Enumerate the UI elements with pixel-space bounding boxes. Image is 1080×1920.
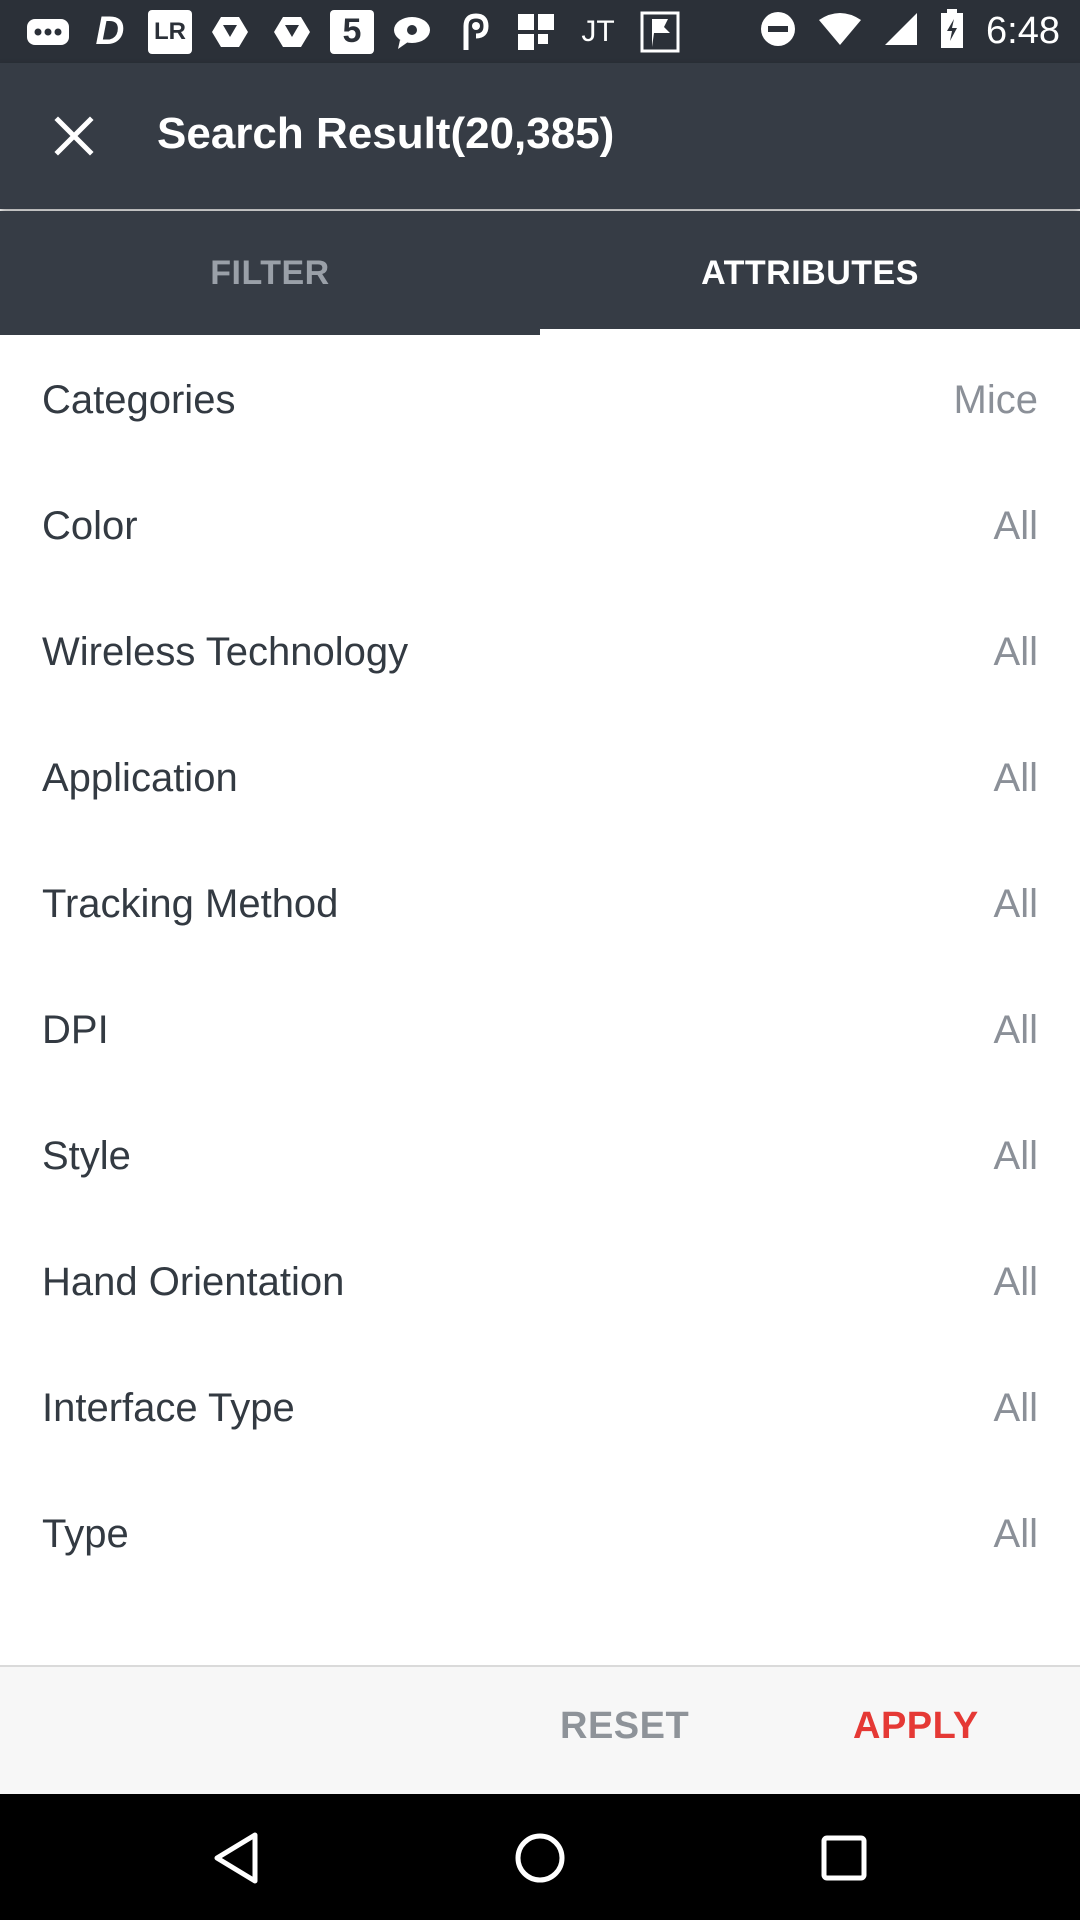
recents-icon [821, 1835, 867, 1881]
attribute-value: All [993, 1385, 1038, 1430]
attribute-row-style[interactable]: Style All [0, 1093, 1080, 1219]
tab-bar: FILTER ATTRIBUTES [0, 211, 1080, 335]
attribute-value: All [993, 1133, 1038, 1178]
attribute-value: All [993, 1511, 1038, 1556]
attribute-value: All [993, 755, 1038, 800]
close-button[interactable] [42, 104, 106, 168]
close-icon [54, 116, 94, 156]
attribute-value: All [993, 1259, 1038, 1304]
attribute-value: All [993, 1007, 1038, 1052]
back-icon [214, 1832, 258, 1884]
page-title: Search Result(20,385) [157, 109, 615, 158]
attribute-row-interface-type[interactable]: Interface Type All [0, 1345, 1080, 1471]
dnd-icon [760, 11, 796, 52]
home-icon [515, 1833, 565, 1883]
attribute-row-type[interactable]: Type All [0, 1471, 1080, 1597]
attribute-value: All [993, 629, 1038, 674]
notification-icons: D LR 5 JT [24, 0, 684, 63]
signal-icon [884, 12, 918, 51]
attribute-row-categories[interactable]: Categories Mice [0, 337, 1080, 463]
attribute-label: Application [42, 755, 238, 800]
attribute-row-color[interactable]: Color All [0, 463, 1080, 589]
jt-icon: JT [574, 10, 622, 54]
attribute-list: Categories Mice Color All Wireless Techn… [0, 335, 1080, 1597]
grid-icon [512, 10, 560, 54]
app-bar: Search Result(20,385) [0, 63, 1080, 209]
attribute-label: Tracking Method [42, 881, 339, 926]
wifi-icon [818, 12, 862, 51]
clock: 6:48 [986, 10, 1060, 52]
attribute-row-application[interactable]: Application All [0, 715, 1080, 841]
reset-button[interactable]: RESET [560, 1705, 689, 1748]
attribute-label: Style [42, 1133, 131, 1178]
tab-attributes[interactable]: ATTRIBUTES [540, 211, 1080, 335]
more-icon [24, 10, 72, 54]
action-bar: RESET APPLY [0, 1665, 1080, 1796]
attribute-row-hand-orientation[interactable]: Hand Orientation All [0, 1219, 1080, 1345]
apply-button[interactable]: APPLY [853, 1705, 979, 1748]
five-text: 5 [342, 12, 362, 50]
attribute-row-dpi[interactable]: DPI All [0, 967, 1080, 1093]
attribute-label: Wireless Technology [42, 629, 409, 674]
lr-icon: LR [148, 9, 192, 54]
d-icon: D [95, 9, 125, 53]
link-icon [450, 10, 498, 54]
chat-icon [388, 10, 436, 54]
attribute-value: Mice [953, 377, 1038, 422]
attribute-label: Categories [42, 377, 236, 422]
attribute-label: Color [42, 503, 138, 548]
status-bar: D LR 5 JT 6:48 [0, 0, 1080, 63]
battery-icon [940, 9, 964, 54]
tab-filter[interactable]: FILTER [0, 211, 540, 335]
flag-icon [636, 10, 684, 54]
back-button[interactable] [204, 1826, 268, 1890]
attribute-label: DPI [42, 1007, 109, 1052]
hexagon-icon [268, 10, 316, 54]
hexagon-icon [206, 10, 254, 54]
attribute-label: Hand Orientation [42, 1259, 345, 1304]
attribute-value: All [993, 881, 1038, 926]
attribute-row-wireless-technology[interactable]: Wireless Technology All [0, 589, 1080, 715]
attribute-label: Type [42, 1511, 129, 1556]
recents-button[interactable] [812, 1826, 876, 1890]
jt-text: JT [581, 14, 615, 48]
attribute-value: All [993, 503, 1038, 548]
5-icon: 5 [330, 9, 374, 54]
home-button[interactable] [508, 1826, 572, 1890]
navigation-bar [0, 1794, 1080, 1920]
attribute-label: Interface Type [42, 1385, 295, 1430]
system-status: 6:48 [760, 0, 1060, 63]
attribute-row-tracking-method[interactable]: Tracking Method All [0, 841, 1080, 967]
lr-text: LR [154, 17, 186, 45]
